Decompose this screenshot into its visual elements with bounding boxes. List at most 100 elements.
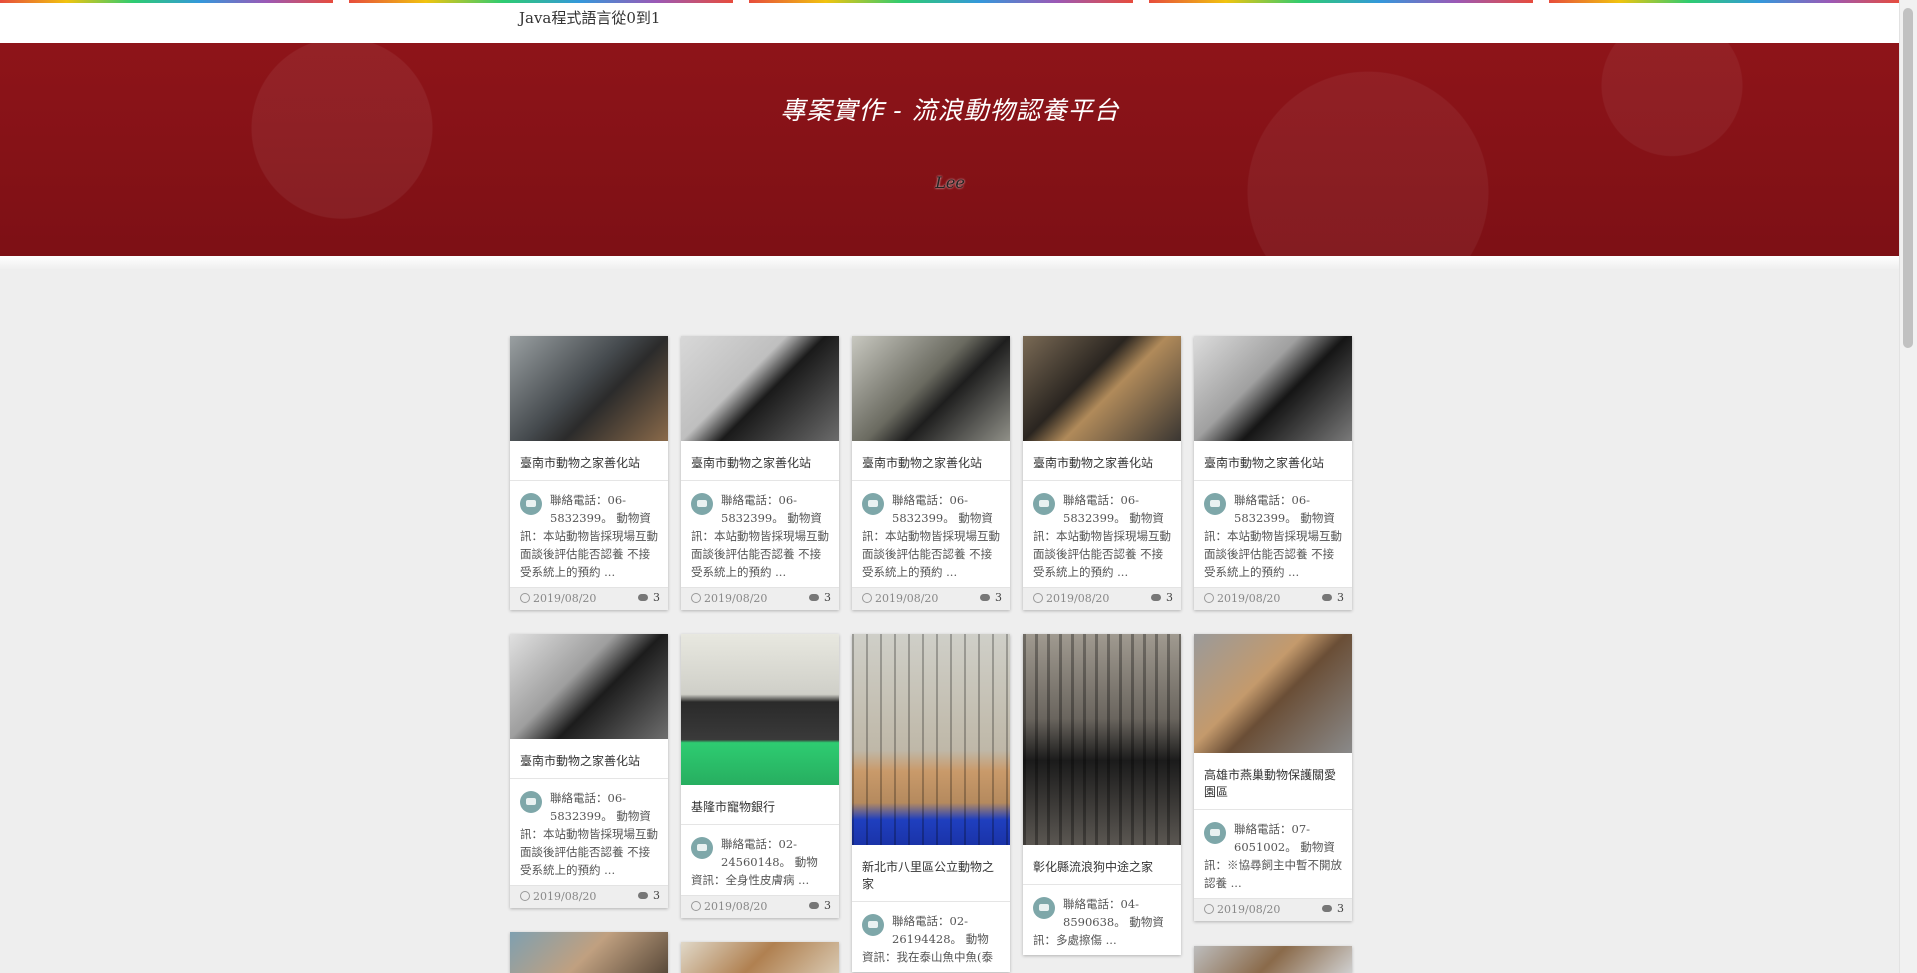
- pet-photo[interactable]: [510, 336, 668, 441]
- clock-icon: [520, 593, 530, 603]
- card-footer: 2019/08/20 3: [1023, 587, 1181, 610]
- pet-photo[interactable]: [681, 336, 839, 441]
- clock-icon: [862, 593, 872, 603]
- card-date: 2019/08/20: [1033, 592, 1109, 605]
- card-excerpt: 聯絡電話：02-26194428。 動物資訊：我在泰山魚中魚(泰: [852, 908, 1010, 972]
- shelter-avatar-icon: [862, 493, 884, 515]
- count-text: 3: [653, 591, 660, 604]
- comment-icon: [980, 594, 990, 601]
- card-excerpt: 聯絡電話：06-5832399。 動物資訊：本站動物皆採現場互動面談後評估能否認…: [1023, 487, 1181, 587]
- shelter-avatar-icon: [1033, 493, 1055, 515]
- pet-card[interactable]: 臺南市動物之家善化站 聯絡電話：06-5832399。 動物資訊：本站動物皆採現…: [1194, 336, 1352, 610]
- card-excerpt: 聯絡電話：07-6051002。 動物資訊：※協尋飼主中暫不開放認養 ...: [1194, 816, 1352, 898]
- comment-count[interactable]: 3: [1322, 902, 1344, 915]
- shelter-avatar-icon: [862, 914, 884, 936]
- card-title[interactable]: 彰化縣流浪狗中途之家: [1023, 845, 1181, 885]
- date-text: 2019/08/20: [1217, 903, 1281, 916]
- comment-icon: [1322, 594, 1332, 601]
- card-title[interactable]: 新北市八里區公立動物之家: [852, 845, 1010, 902]
- scrollbar-thumb[interactable]: [1903, 8, 1913, 348]
- pet-card[interactable]: 高雄市燕巢動物保護關愛園區 聯絡電話：07-6051002。 動物資訊：※協尋飼…: [1194, 634, 1352, 921]
- card-date: 2019/08/20: [520, 890, 596, 903]
- pet-card[interactable]: 臺南市動物之家善化站 聯絡電話：06-5832399。 動物資訊：本站動物皆採現…: [510, 634, 668, 908]
- shelter-avatar-icon: [520, 493, 542, 515]
- card-date: 2019/08/20: [862, 592, 938, 605]
- card-excerpt: 聯絡電話：02-24560148。 動物資訊：全身性皮膚病 ...: [681, 831, 839, 895]
- clock-icon: [1204, 904, 1214, 914]
- pet-photo[interactable]: [681, 634, 839, 785]
- comment-count[interactable]: 3: [638, 591, 660, 604]
- pet-card[interactable]: 彰化縣流浪狗中途之家 聯絡電話：04-8590638。 動物資訊：多處擦傷 ..…: [1023, 634, 1181, 955]
- card-title[interactable]: 臺南市動物之家善化站: [510, 739, 668, 779]
- card-date: 2019/08/20: [691, 900, 767, 913]
- card-footer: 2019/08/20 3: [1194, 898, 1352, 921]
- pet-card[interactable]: [1194, 946, 1352, 973]
- pet-card[interactable]: 基隆市寵物銀行 聯絡電話：02-24560148。 動物資訊：全身性皮膚病 ..…: [681, 634, 839, 918]
- count-text: 3: [995, 591, 1002, 604]
- pet-card[interactable]: [510, 932, 668, 973]
- pet-card[interactable]: 新北市八里區公立動物之家 聯絡電話：02-26194428。 動物資訊：我在泰山…: [852, 634, 1010, 972]
- card-title[interactable]: 高雄市燕巢動物保護關愛園區: [1194, 753, 1352, 810]
- pet-photo[interactable]: [1023, 336, 1181, 441]
- comment-icon: [809, 902, 819, 909]
- date-text: 2019/08/20: [533, 890, 597, 903]
- shelter-avatar-icon: [691, 493, 713, 515]
- page-scrollbar[interactable]: [1899, 0, 1917, 973]
- shelter-avatar-icon: [1033, 897, 1055, 919]
- pet-card[interactable]: 臺南市動物之家善化站 聯絡電話：06-5832399。 動物資訊：本站動物皆採現…: [1023, 336, 1181, 610]
- comment-count[interactable]: 3: [638, 889, 660, 902]
- card-title[interactable]: 臺南市動物之家善化站: [1023, 441, 1181, 481]
- card-footer: 2019/08/20 3: [852, 587, 1010, 610]
- count-text: 3: [653, 889, 660, 902]
- comment-count[interactable]: 3: [1151, 591, 1173, 604]
- pet-photo[interactable]: [510, 932, 668, 973]
- clock-icon: [1033, 593, 1043, 603]
- card-title[interactable]: 臺南市動物之家善化站: [681, 441, 839, 481]
- page-author: Lee: [935, 173, 965, 192]
- card-title[interactable]: 臺南市動物之家善化站: [852, 441, 1010, 481]
- card-footer: 2019/08/20 3: [510, 885, 668, 908]
- shelter-avatar-icon: [1204, 493, 1226, 515]
- card-title[interactable]: 臺南市動物之家善化站: [1194, 441, 1352, 481]
- comment-icon: [638, 594, 648, 601]
- pet-photo[interactable]: [1194, 634, 1352, 753]
- count-text: 3: [1166, 591, 1173, 604]
- site-link[interactable]: Java程式語言從0到1: [519, 7, 660, 28]
- pet-photo[interactable]: [510, 634, 668, 739]
- card-excerpt: 聯絡電話：06-5832399。 動物資訊：本站動物皆採現場互動面談後評估能否認…: [852, 487, 1010, 587]
- card-footer: 2019/08/20 3: [681, 587, 839, 610]
- pet-photo[interactable]: [852, 634, 1010, 845]
- card-date: 2019/08/20: [1204, 903, 1280, 916]
- comment-count[interactable]: 3: [809, 591, 831, 604]
- page-title: 專案實作 - 流浪動物認養平台: [780, 96, 1120, 125]
- count-text: 3: [1337, 591, 1344, 604]
- comment-icon: [809, 594, 819, 601]
- clock-icon: [1204, 593, 1214, 603]
- pet-photo[interactable]: [1194, 946, 1352, 973]
- pet-photo[interactable]: [1194, 336, 1352, 441]
- card-footer: 2019/08/20 3: [1194, 587, 1352, 610]
- pet-photo[interactable]: [1023, 634, 1181, 845]
- comment-count[interactable]: 3: [980, 591, 1002, 604]
- card-date: 2019/08/20: [691, 592, 767, 605]
- pet-card[interactable]: [681, 942, 839, 973]
- card-excerpt: 聯絡電話：06-5832399。 動物資訊：本站動物皆採現場互動面談後評估能否認…: [510, 785, 668, 885]
- date-text: 2019/08/20: [704, 900, 768, 913]
- clock-icon: [520, 891, 530, 901]
- card-title[interactable]: 基隆市寵物銀行: [681, 785, 839, 825]
- count-text: 3: [824, 899, 831, 912]
- date-text: 2019/08/20: [704, 592, 768, 605]
- date-text: 2019/08/20: [533, 592, 597, 605]
- pet-card[interactable]: 臺南市動物之家善化站 聯絡電話：06-5832399。 動物資訊：本站動物皆採現…: [510, 336, 668, 610]
- comment-count[interactable]: 3: [1322, 591, 1344, 604]
- card-title[interactable]: 臺南市動物之家善化站: [510, 441, 668, 481]
- card-excerpt: 聯絡電話：06-5832399。 動物資訊：本站動物皆採現場互動面談後評估能否認…: [510, 487, 668, 587]
- pet-photo[interactable]: [852, 336, 1010, 441]
- color-stripes: [0, 0, 1900, 3]
- pet-card[interactable]: 臺南市動物之家善化站 聯絡電話：06-5832399。 動物資訊：本站動物皆採現…: [852, 336, 1010, 610]
- comment-count[interactable]: 3: [809, 899, 831, 912]
- pet-card[interactable]: 臺南市動物之家善化站 聯絡電話：06-5832399。 動物資訊：本站動物皆採現…: [681, 336, 839, 610]
- card-excerpt: 聯絡電話：06-5832399。 動物資訊：本站動物皆採現場互動面談後評估能否認…: [681, 487, 839, 587]
- pet-photo[interactable]: [681, 942, 839, 973]
- comment-icon: [638, 892, 648, 899]
